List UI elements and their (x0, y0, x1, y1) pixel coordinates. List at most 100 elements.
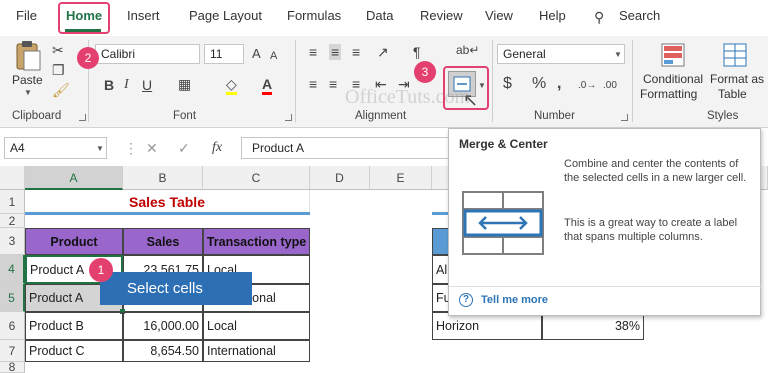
font-size-box[interactable]: 11 (204, 44, 244, 64)
indent-right-icon[interactable]: ¶ (413, 44, 421, 60)
sheet-title[interactable]: Sales Table (25, 190, 310, 214)
middle-align-icon[interactable]: ≡ (329, 44, 342, 60)
name-box[interactable]: A4 (4, 137, 107, 159)
group-label-alignment: Alignment (355, 110, 407, 122)
number-launcher-icon[interactable] (621, 114, 628, 121)
step-badge-1: 1 (89, 258, 113, 282)
conditional-formatting-icon[interactable] (660, 42, 686, 68)
align-center-icon[interactable]: ≡ (329, 76, 337, 92)
decrease-decimal-icon[interactable]: .00 (603, 78, 617, 94)
row-header-4[interactable]: 4 (0, 255, 25, 284)
select-cells-callout: Select cells (100, 272, 252, 305)
tell-me-more-link[interactable]: Tell me more (481, 294, 548, 306)
italic-icon[interactable]: I (124, 77, 129, 93)
number-format-box[interactable]: General (497, 44, 625, 64)
cell-a6[interactable]: Product B (25, 312, 123, 340)
fill-color-icon[interactable]: ◇ (226, 76, 237, 95)
step-badge-3: 3 (414, 61, 436, 83)
increase-decimal-icon[interactable]: .0→ (578, 78, 596, 94)
format-as-table-label-2[interactable]: Table (718, 87, 747, 101)
group-label-number: Number (534, 110, 575, 122)
clipboard-launcher-icon[interactable] (79, 114, 86, 121)
copy-icon[interactable]: ❐ (52, 62, 65, 78)
font-name-box[interactable]: Calibri (95, 44, 200, 64)
cell-c7[interactable]: International (203, 340, 310, 362)
formula-options-icon: ⋮ (124, 140, 138, 156)
format-as-table-icon[interactable] (722, 42, 748, 68)
search-label[interactable]: Search (619, 8, 660, 23)
ribbon: Paste ▼ ✂ ❐ 🖌 Clipboard Calibri 11 A A B… (0, 36, 768, 128)
cell-b7[interactable]: 8,654.50 (123, 340, 203, 362)
row-header-3[interactable]: 3 (0, 228, 25, 255)
bottom-align-icon[interactable]: ≡ (352, 44, 360, 60)
number-format-dropdown-icon[interactable]: ▼ (614, 50, 622, 59)
cell-b6[interactable]: 16,000.00 (123, 312, 203, 340)
cut-icon[interactable]: ✂ (52, 42, 64, 58)
cancel-icon[interactable]: ✕ (146, 140, 158, 156)
cell-c6[interactable]: Local (203, 312, 310, 340)
tab-help[interactable]: Help (539, 8, 566, 23)
insert-function-icon[interactable]: fx (212, 140, 222, 156)
underline-icon[interactable]: U (142, 77, 152, 93)
column-header-b[interactable]: B (123, 166, 203, 190)
group-label-font: Font (173, 110, 197, 122)
ribbon-tabs: File Home Insert Page Layout Formulas Da… (0, 0, 768, 36)
tab-data[interactable]: Data (366, 8, 393, 23)
tab-view[interactable]: View (485, 8, 513, 23)
shrink-font-icon[interactable]: A (270, 48, 277, 64)
cell-f6[interactable]: Horizon (432, 312, 542, 340)
column-header-a[interactable]: A (25, 166, 123, 190)
tab-formulas[interactable]: Formulas (287, 8, 341, 23)
align-left-icon[interactable]: ≡ (309, 76, 317, 92)
header-sales[interactable]: Sales (123, 228, 203, 255)
help-icon[interactable]: ? (459, 293, 473, 307)
group-label-styles: Styles (707, 110, 739, 122)
name-box-dropdown-icon[interactable]: ▼ (96, 144, 104, 153)
tooltip-description-2: This is a great way to create a label th… (564, 217, 738, 243)
conditional-formatting-label-1[interactable]: Conditional (643, 72, 703, 86)
group-label-clipboard: Clipboard (12, 110, 62, 122)
search-icon[interactable]: ⚲ (594, 9, 604, 25)
cell-g6[interactable]: 38% (542, 312, 644, 340)
paste-label[interactable]: Paste (12, 73, 43, 87)
column-header-d[interactable]: D (310, 166, 370, 190)
currency-icon[interactable]: $ (503, 76, 512, 92)
percent-icon[interactable]: % (532, 76, 546, 92)
merge-center-tooltip: Merge & Center Combine and center the co… (448, 128, 762, 316)
wrap-text-icon[interactable]: ab↵ (456, 42, 479, 58)
watermark: OfficeTuts.com (345, 86, 470, 108)
tooltip-description-1: Combine and center the contents of the s… (564, 158, 747, 184)
row-header-1[interactable]: 1 (0, 190, 25, 214)
header-transaction-type[interactable]: Transaction type (203, 228, 310, 255)
format-painter-icon[interactable]: 🖌 (52, 82, 70, 98)
format-as-table-label-1[interactable]: Format as (710, 72, 764, 86)
paste-dropdown-icon[interactable]: ▼ (24, 88, 32, 97)
row-header-2[interactable]: 2 (0, 214, 25, 228)
tab-review[interactable]: Review (420, 8, 463, 23)
header-product[interactable]: Product (25, 228, 123, 255)
row-header-6[interactable]: 6 (0, 312, 25, 340)
enter-icon[interactable]: ✓ (178, 140, 190, 156)
row-header-5[interactable]: 5 (0, 284, 25, 312)
merge-center-illustration-icon (462, 191, 544, 255)
cell-a7[interactable]: Product C (25, 340, 123, 362)
comma-style-icon[interactable]: , (557, 76, 561, 92)
paste-icon[interactable] (14, 40, 42, 72)
row-header-7[interactable]: 7 (0, 340, 25, 362)
column-header-c[interactable]: C (203, 166, 310, 190)
tab-page-layout[interactable]: Page Layout (189, 8, 262, 23)
row-header-8[interactable]: 8 (0, 362, 25, 373)
column-header-e[interactable]: E (370, 166, 432, 190)
top-align-icon[interactable]: ≡ (309, 44, 317, 60)
font-color-icon[interactable]: A (262, 76, 273, 95)
select-all-corner[interactable] (0, 166, 25, 190)
tab-file[interactable]: File (16, 8, 37, 23)
tab-insert[interactable]: Insert (127, 8, 160, 23)
conditional-formatting-label-2[interactable]: Formatting (640, 87, 697, 101)
orientation-icon[interactable]: ↗ (377, 44, 389, 60)
borders-icon[interactable]: ▦ (178, 76, 191, 92)
bold-icon[interactable]: B (104, 77, 114, 93)
grow-font-icon[interactable]: A (252, 46, 261, 62)
font-launcher-icon[interactable] (285, 114, 292, 121)
step-badge-2: 2 (77, 47, 99, 69)
